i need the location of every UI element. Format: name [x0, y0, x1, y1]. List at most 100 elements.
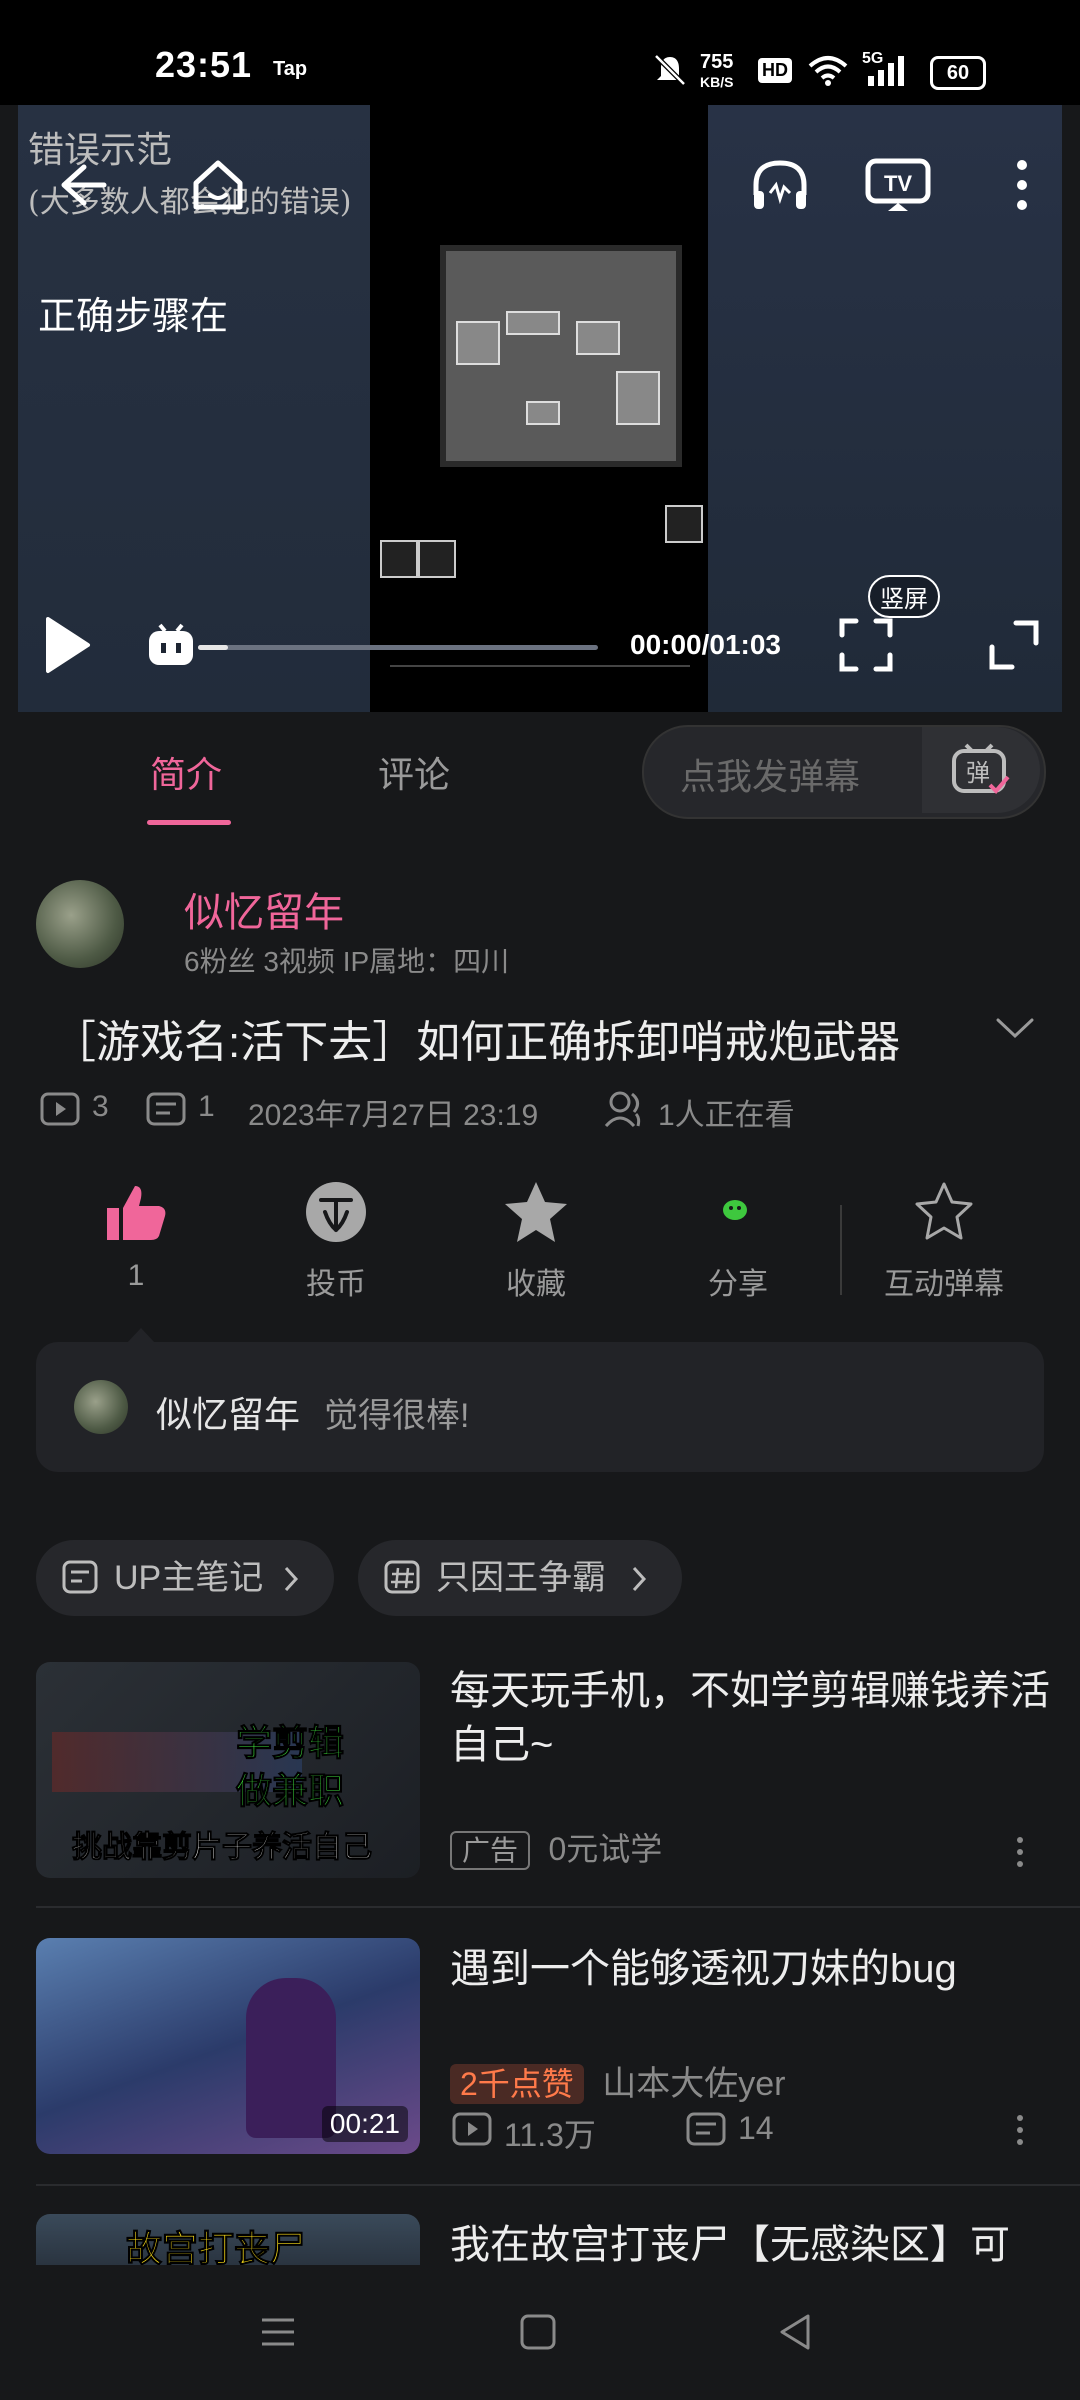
- feed-danmaku: 14: [738, 2110, 774, 2146]
- feed-title[interactable]: 每天玩手机，不如学剪辑赚钱养活自己~: [450, 1664, 1050, 1772]
- coin-label: 投币: [306, 1268, 366, 1301]
- mute-bell-icon: [654, 54, 686, 86]
- favorite-button[interactable]: 收藏: [456, 1180, 616, 1303]
- uploader-meta: 6粉丝 3视频 IP属地：四川: [184, 946, 510, 977]
- more-vertical-icon[interactable]: [1008, 2110, 1032, 2150]
- tv-cast-icon[interactable]: TV: [864, 155, 932, 215]
- game-action-button: [380, 540, 418, 578]
- like-banner-text: 觉得很棒!: [324, 1397, 470, 1435]
- danmaku-placeholder[interactable]: 点我发弹幕: [680, 748, 860, 800]
- danmaku-icon: 弹: [952, 743, 1010, 794]
- svg-text:TV: TV: [884, 171, 912, 196]
- more-vertical-icon[interactable]: [1012, 155, 1032, 215]
- share-label: 分享: [708, 1268, 768, 1301]
- watching-count: 1人正在看: [658, 1099, 795, 1132]
- net-speed-unit: KB/S: [700, 74, 734, 90]
- chevron-right-icon: [632, 1566, 647, 1592]
- net-speed-value: 755: [700, 51, 734, 73]
- danmaku-count-icon: [686, 2112, 726, 2146]
- wechat-icon: [723, 1200, 747, 1220]
- viewers-icon: [604, 1091, 641, 1128]
- action-divider: [840, 1205, 842, 1295]
- tab-intro[interactable]: 简介: [150, 746, 222, 798]
- feed-title[interactable]: 遇到一个能够透视刀妹的bug: [450, 1942, 1050, 1996]
- like-banner-avatar: [74, 1380, 128, 1434]
- danmaku-count: 1: [198, 1090, 215, 1123]
- hashtag-icon: [384, 1560, 420, 1594]
- status-time: 23:51: [155, 44, 253, 85]
- thumb-text: 挑战靠剪片子养活自己: [72, 1831, 373, 1865]
- star-icon: [505, 1182, 567, 1242]
- play-count: 3: [92, 1090, 109, 1123]
- back-triangle-icon[interactable]: [776, 2312, 816, 2352]
- publish-date: 2023年7月27日 23:19: [248, 1099, 539, 1132]
- chevron-right-icon: [284, 1566, 299, 1592]
- bilibili-tv-icon[interactable]: [146, 623, 196, 669]
- chip-up-notes[interactable]: UP主笔记: [36, 1540, 334, 1616]
- feed-meta-row: 2千点赞 山本大佐yer: [450, 2056, 786, 2105]
- interactive-danmaku-button[interactable]: 互动弹幕: [864, 1180, 1024, 1303]
- note-icon: [62, 1560, 98, 1594]
- coin-icon: [306, 1182, 366, 1242]
- danmaku-toggle-button[interactable]: 弹: [922, 727, 1040, 813]
- focus-frame-icon[interactable]: [838, 617, 894, 673]
- feed-thumbnail[interactable]: 故宫打丧尸: [36, 2214, 420, 2265]
- coin-button[interactable]: 投币: [256, 1180, 416, 1303]
- portrait-mode-button[interactable]: 竖屏: [868, 575, 940, 618]
- like-button[interactable]: 1: [56, 1180, 216, 1293]
- play-count-icon: [40, 1092, 80, 1126]
- thumb-text: 学剪辑: [235, 1722, 345, 1764]
- feed-title[interactable]: 我在故宫打丧尸【无感染区】可: [450, 2218, 1050, 2265]
- feed-separator: [36, 2184, 1080, 2186]
- video-time: 00:00/01:03: [630, 629, 782, 660]
- feed-thumbnail[interactable]: 00:21: [36, 1938, 420, 2154]
- back-arrow-icon[interactable]: [54, 157, 110, 213]
- game-toolbar: [390, 665, 690, 707]
- feed-plays: 11.3万: [504, 2117, 596, 2153]
- uploader-avatar[interactable]: [36, 880, 124, 968]
- tab-active-indicator: [147, 820, 231, 825]
- ad-subtitle: 0元试学: [548, 1831, 663, 1867]
- uploader-name[interactable]: 似忆留年: [184, 880, 344, 938]
- thumb-text: 故宫打丧尸: [125, 2228, 307, 2266]
- feed-separator: [36, 1906, 1080, 1908]
- game-action-button: [665, 505, 703, 543]
- thumb-text: 做兼职: [235, 1770, 345, 1812]
- wifi-icon: [808, 56, 848, 86]
- more-vertical-icon[interactable]: [1008, 1832, 1032, 1872]
- danmaku-count-icon: [146, 1092, 186, 1126]
- battery-indicator: 60: [930, 56, 986, 90]
- chip-topic-label: 只因王争霸: [436, 1559, 606, 1597]
- video-caption-3: 正确步骤在: [38, 294, 229, 338]
- home-icon[interactable]: [188, 155, 248, 215]
- fullscreen-icon[interactable]: [986, 617, 1042, 673]
- play-icon[interactable]: [38, 615, 94, 675]
- chip-topic[interactable]: 只因王争霸: [358, 1540, 682, 1616]
- danmaku-icon-label: 弹: [966, 759, 990, 787]
- progress-fill: [198, 645, 228, 650]
- cell-signal-icon: [868, 56, 904, 86]
- chevron-down-icon[interactable]: [992, 1012, 1038, 1042]
- feed-thumbnail[interactable]: 学剪辑 做兼职 挑战靠剪片子养活自己: [36, 1662, 420, 1878]
- headphones-icon[interactable]: [748, 155, 812, 215]
- feed-author[interactable]: 山本大佐yer: [602, 2065, 785, 2103]
- video-title[interactable]: ［游戏名:活下去］如何正确拆卸哨戒炮武器: [52, 1006, 900, 1070]
- thumbs-up-icon: [107, 1186, 166, 1240]
- game-log: [378, 145, 698, 245]
- chip-up-notes-label: UP主笔记: [114, 1559, 264, 1597]
- game-action-button: [418, 540, 456, 578]
- home-square-icon[interactable]: [518, 2312, 558, 2352]
- likes-badge: 2千点赞: [450, 2064, 584, 2104]
- tab-comments[interactable]: 评论: [378, 746, 450, 798]
- favorite-label: 收藏: [506, 1268, 566, 1301]
- net-speed: 755 KB/S: [700, 52, 733, 92]
- ad-tag: 广告: [450, 1831, 531, 1870]
- video-player[interactable]: 错误示范 (大多数人都会犯的错误) 正确步骤在 TV 00:00/01:03 竖…: [18, 105, 1062, 712]
- progress-track[interactable]: [198, 645, 598, 650]
- share-button[interactable]: 分享: [658, 1180, 818, 1303]
- game-map: [440, 245, 682, 467]
- hd-badge: HD: [758, 58, 792, 83]
- menu-icon[interactable]: [258, 2312, 298, 2352]
- like-count: 1: [127, 1259, 145, 1292]
- interactive-danmaku-label: 互动弹幕: [884, 1268, 1004, 1301]
